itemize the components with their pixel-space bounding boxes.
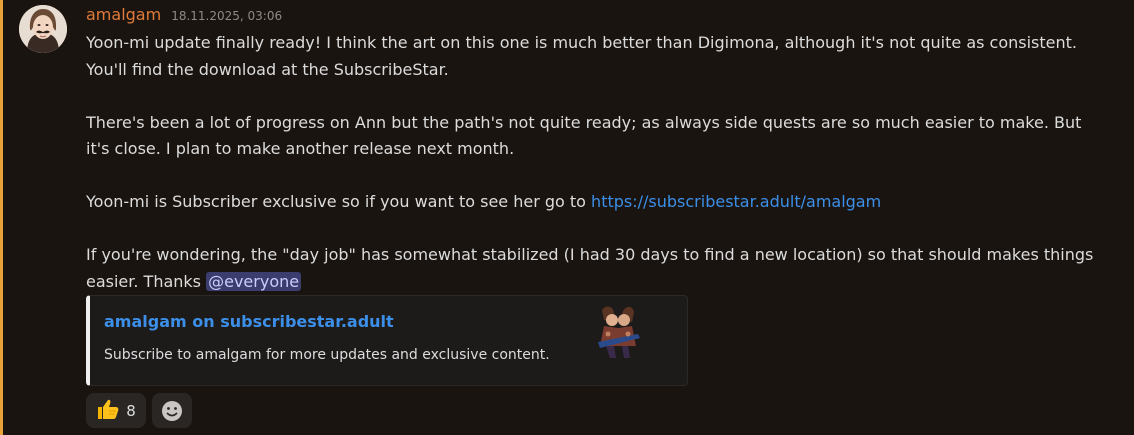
message-line: it's close. I plan to make another relea… xyxy=(86,139,515,158)
embed-thumbnail-icon xyxy=(598,306,640,358)
reactions-bar: 8 xyxy=(86,393,192,428)
everyone-mention[interactable]: @everyone xyxy=(206,271,302,291)
reaction-count: 8 xyxy=(126,401,136,420)
message-timestamp[interactable]: 18.11.2025, 03:06 xyxy=(171,9,282,23)
link-embed: amalgam on subscribestar.adult Subscribe… xyxy=(86,295,688,386)
thumbs-up-icon xyxy=(96,398,120,423)
message-line: You'll find the download at the Subscrib… xyxy=(86,59,449,79)
add-reaction-button[interactable] xyxy=(152,393,192,428)
message-line: easier. Thanks @everyone xyxy=(86,269,1116,296)
user-avatar[interactable] xyxy=(19,5,67,53)
message-line: If you're wondering, the "day job" has s… xyxy=(86,245,1094,264)
chat-message: amalgam 18.11.2025, 03:06 Yoon-mi update… xyxy=(0,0,1134,435)
message-text: easier. Thanks xyxy=(86,271,207,291)
author-username[interactable]: amalgam xyxy=(86,5,161,24)
avatar-portrait-icon xyxy=(19,5,67,53)
embed-description: Subscribe to amalgam for more updates an… xyxy=(104,347,550,363)
mention-highlight-bar xyxy=(0,0,3,435)
subscribestar-link[interactable]: https://subscribestar.adult/amalgam xyxy=(591,192,881,211)
embed-title[interactable]: amalgam on subscribestar.adult xyxy=(104,312,394,331)
reaction-thumbs-up[interactable]: 8 xyxy=(86,393,146,428)
message-line: Yoon-mi update finally ready! I think th… xyxy=(86,33,1077,52)
message-text: Yoon-mi is Subscriber exclusive so if yo… xyxy=(86,192,592,211)
add-reaction-icon xyxy=(162,400,182,421)
message-line: There's been a lot of progress on Ann bu… xyxy=(86,112,1082,132)
message-content: Yoon-mi update finally ready! I think th… xyxy=(86,30,1116,295)
message-header: amalgam 18.11.2025, 03:06 xyxy=(86,5,282,27)
message-line: Yoon-mi is Subscriber exclusive so if yo… xyxy=(86,189,1116,216)
subscribestar-thumbnail[interactable] xyxy=(588,304,648,360)
